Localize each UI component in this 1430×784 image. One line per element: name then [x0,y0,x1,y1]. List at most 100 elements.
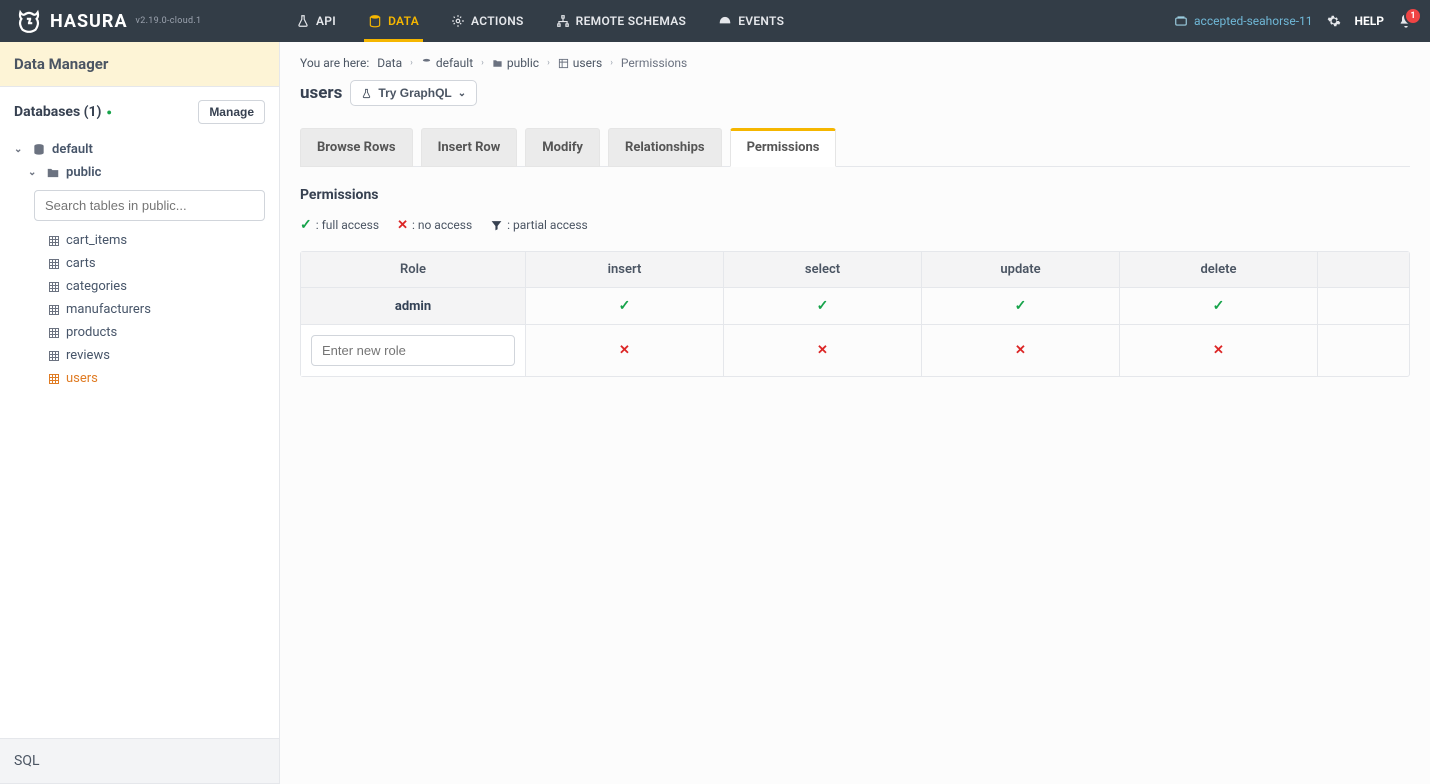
gear-icon[interactable] [1327,14,1341,28]
logo-block: HASURA v2.19.0-cloud.1 [16,8,280,34]
table-item[interactable]: cart_items [48,229,265,252]
table-list: cart_itemscartscategories manufacturers pr… [14,229,265,390]
table-item[interactable]: reviews [48,344,265,367]
permission-cell[interactable]: ✓ [1120,288,1318,325]
notification-bell[interactable]: 1 [1398,13,1414,29]
permission-cell[interactable]: ✕ [724,325,922,376]
breadcrumb-item[interactable]: users [558,56,602,70]
version-label: v2.19.0-cloud.1 [136,16,202,26]
permission-cell[interactable]: ✕ [526,325,724,376]
schema-name: public [66,165,101,180]
try-graphql-button[interactable]: Try GraphQL ⌄ [350,80,477,106]
breadcrumb-item[interactable]: Data [377,56,402,70]
nav-events[interactable]: EVENTS [702,0,800,42]
table-label: users [66,371,98,386]
nav-events-icon [718,14,732,28]
project-indicator[interactable]: accepted-seahorse-11 [1174,14,1313,28]
legend-full: ✓ : full access [300,217,379,233]
flask-icon [361,88,372,99]
table-item[interactable]: products [48,321,265,344]
legend-full-text: : full access [316,218,379,232]
tab-browse-rows[interactable]: Browse Rows [300,128,413,167]
sub-tabs: Browse RowsInsert RowModifyRelationships… [300,128,1410,167]
check-icon: ✓ [1213,298,1225,314]
table-icon [48,281,60,293]
try-graphql-label: Try GraphQL [378,86,451,100]
chevron-right-icon: › [610,58,613,68]
sql-button[interactable]: SQL [0,738,279,784]
table-icon [48,258,60,270]
search-input[interactable] [34,190,265,221]
permission-cell[interactable] [1318,288,1409,325]
help-button[interactable]: HELP [1355,14,1384,28]
tab-insert-row[interactable]: Insert Row [421,128,518,167]
new-role-input[interactable] [311,335,515,366]
x-icon: ✕ [1015,343,1026,358]
table-item[interactable]: categories [48,275,265,298]
table-item[interactable]: users [48,367,265,390]
role-cell: admin [301,288,526,325]
table-item[interactable]: carts [48,252,265,275]
sidebar: Data Manager Databases (1) ● Manage ⌄ de… [0,42,280,784]
database-node[interactable]: ⌄ default [14,138,265,161]
databases-row: Databases (1) ● Manage [0,87,279,134]
table-label: reviews [66,348,110,363]
nav-data-icon [368,14,382,28]
check-icon: ✓ [300,217,312,233]
folder-icon [46,166,60,180]
table-label: manufacturers [66,302,151,317]
legend-none-text: : no access [412,218,472,232]
nav-api[interactable]: API [280,0,352,42]
schema-node[interactable]: ⌄ public [14,161,265,184]
tab-relationships[interactable]: Relationships [608,128,722,167]
table-icon [48,235,60,247]
permission-cell[interactable]: ✕ [1120,325,1318,376]
table-header: Role [301,252,526,288]
sidebar-header: Data Manager [0,42,279,87]
legend-none: ✕ : no access [397,218,472,233]
tab-modify[interactable]: Modify [525,128,600,167]
filter-icon [490,219,503,232]
table-header: select [724,252,922,288]
top-nav: HASURA v2.19.0-cloud.1 APIDATA ACTIONS REM… [0,0,1430,42]
permission-cell[interactable]: ✓ [724,288,922,325]
nav-label: ACTIONS [471,14,524,28]
status-dot-icon: ● [106,107,111,118]
table-icon [48,350,60,362]
nav-data[interactable]: DATA [352,0,435,42]
breadcrumb-item[interactable]: public [492,56,539,70]
nav-actions[interactable]: ACTIONS [435,0,540,42]
database-icon [32,143,46,157]
permission-cell[interactable]: ✓ [526,288,724,325]
nav-label: REMOTE SCHEMAS [576,14,687,28]
permission-cell[interactable]: ✕ [922,325,1120,376]
legend: ✓ : full access ✕ : no access : partial … [300,217,1410,233]
check-icon: ✓ [619,298,631,314]
chevron-right-icon: › [547,58,550,68]
databases-label: Databases (1) ● [14,104,112,120]
title-row: users Try GraphQL ⌄ [300,80,1410,106]
table-header: update [922,252,1120,288]
x-icon: ✕ [397,218,408,233]
x-icon: ✕ [817,343,828,358]
legend-partial: : partial access [490,218,588,232]
nav-label: EVENTS [738,14,784,28]
legend-partial-text: : partial access [507,218,588,232]
x-icon: ✕ [619,343,630,358]
chevron-down-icon: ⌄ [458,88,466,99]
breadcrumb-item[interactable]: default [421,56,473,70]
chevron-down-icon: ⌄ [14,144,26,155]
table-header [1318,252,1409,288]
manage-button[interactable]: Manage [198,100,265,124]
table-item[interactable]: manufacturers [48,298,265,321]
breadcrumb-current: Permissions [621,56,687,70]
table-icon [48,304,60,316]
database-name: default [52,142,93,157]
breadcrumb: You are here:Data›default›public›users›P… [300,56,1410,70]
permission-cell[interactable] [1318,325,1409,376]
nav-remote-schemas[interactable]: REMOTE SCHEMAS [540,0,703,42]
tab-permissions[interactable]: Permissions [730,128,837,167]
permission-cell[interactable]: ✓ [922,288,1120,325]
x-icon: ✕ [1213,343,1224,358]
nav-remote-schemas-icon [556,14,570,28]
